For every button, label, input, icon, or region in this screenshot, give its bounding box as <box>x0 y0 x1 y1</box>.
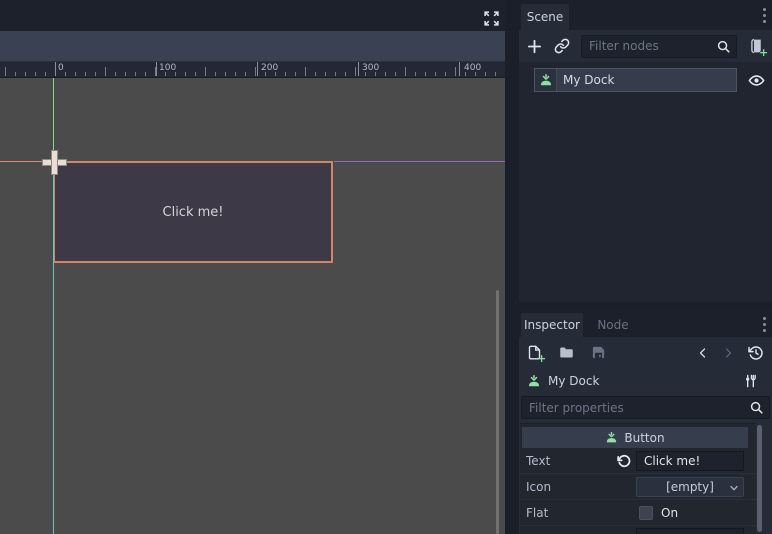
history-back-icon[interactable] <box>697 346 709 360</box>
scene-tabbar: Scene <box>519 0 772 30</box>
canvas-vertical-scrollbar[interactable] <box>496 290 499 534</box>
tree-icon-cell <box>535 69 557 91</box>
scene-dock: Scene + <box>519 0 772 302</box>
icon-dropdown[interactable]: [empty] <box>636 477 744 497</box>
history-forward-icon[interactable] <box>722 346 734 360</box>
object-history-icon[interactable] <box>748 345 764 361</box>
ruler-label: 100 <box>159 63 177 73</box>
expand-icon[interactable] <box>483 10 500 27</box>
filter-nodes-input[interactable] <box>581 34 737 58</box>
category-label: Button <box>624 430 665 445</box>
filter-properties-wrap <box>521 396 770 419</box>
revert-icon[interactable] <box>617 454 631 468</box>
next-property-field-partial <box>636 528 744 534</box>
plus-badge-icon: + <box>759 46 769 59</box>
ruler-label: 0 <box>58 63 64 73</box>
canvas-area[interactable]: Click me! <box>0 78 505 534</box>
ruler-label: 200 <box>261 63 279 73</box>
ruler-label: 400 <box>464 63 482 73</box>
tree-row-my-dock[interactable]: My Dock <box>534 68 737 92</box>
button-node-icon <box>528 374 540 388</box>
inspector-scrollbar[interactable] <box>757 425 762 532</box>
new-resource-icon[interactable]: + <box>527 344 547 365</box>
tree-node-name: My Dock <box>563 73 615 87</box>
tab-node-label: Node <box>597 318 629 332</box>
extra-tools-icon[interactable] <box>743 373 758 389</box>
property-row-text: Text <box>520 448 756 474</box>
kebab-menu-icon[interactable] <box>763 317 766 332</box>
scene-tree[interactable]: My Dock <box>519 62 772 302</box>
filter-nodes-wrap <box>581 34 737 58</box>
text-value-field[interactable] <box>636 451 744 471</box>
ruler-ticks-major <box>55 62 505 76</box>
inspector-properties: Button Text Icon [empty] Flat On <box>520 423 756 534</box>
y-axis-line <box>53 78 54 161</box>
inspector-tabbar: Inspector Node <box>519 310 772 337</box>
icon-dropdown-value: [empty] <box>666 480 714 494</box>
add-node-icon[interactable] <box>526 38 543 55</box>
tab-scene-label: Scene <box>526 10 564 24</box>
inspector-dock: Inspector Node + My Dock Filter properti… <box>519 310 772 534</box>
property-label: Text <box>526 453 551 468</box>
canvas-button-label: Click me! <box>162 204 224 220</box>
search-icon <box>717 40 730 53</box>
anchor-guide-line <box>334 161 505 162</box>
load-resource-folder-icon[interactable] <box>558 345 575 360</box>
instance-scene-link-icon[interactable] <box>554 38 570 54</box>
property-row-icon: Icon [empty] <box>520 474 756 500</box>
property-label: Icon <box>526 479 552 494</box>
tab-inspector-label: Inspector <box>524 318 580 332</box>
tab-inspector[interactable]: Inspector <box>521 313 583 337</box>
inspector-toolbar: + <box>519 337 772 368</box>
tab-node[interactable]: Node <box>583 313 643 337</box>
inspector-node-name: My Dock <box>548 374 600 388</box>
visibility-eye-icon[interactable] <box>748 72 765 89</box>
flat-checkbox[interactable] <box>639 506 653 520</box>
search-icon <box>750 401 763 414</box>
origin-crosshair[interactable] <box>42 150 67 175</box>
filter-properties-row <box>521 396 770 420</box>
property-label: Flat <box>526 505 549 520</box>
category-button[interactable]: Button <box>522 427 748 448</box>
tab-scene[interactable]: Scene <box>521 4 569 30</box>
inspector-node-row: My Dock <box>519 368 772 394</box>
viewport-toolbar <box>0 31 505 62</box>
ruler-label: 300 <box>362 63 380 73</box>
viewport-topbar <box>0 0 505 31</box>
button-node-icon <box>539 73 552 87</box>
canvas-viewport: 0 100 200 300 400 Click me! <box>0 0 505 534</box>
button-node-icon <box>606 431 618 444</box>
filter-properties-input[interactable] <box>521 396 770 419</box>
property-row-flat: Flat On <box>520 500 756 526</box>
kebab-menu-icon[interactable] <box>763 8 766 23</box>
attach-script-icon[interactable]: + <box>748 37 769 59</box>
flat-checkbox-label: On <box>661 505 679 520</box>
horizontal-ruler: 0 100 200 300 400 <box>0 62 505 78</box>
viewport-bound-line <box>53 164 54 534</box>
scene-toolbar: + <box>519 30 772 62</box>
plus-badge-icon: + <box>537 352 547 365</box>
save-resource-icon[interactable] <box>591 345 606 360</box>
canvas-button-node[interactable]: Click me! <box>53 161 333 263</box>
chevron-down-icon <box>730 485 738 491</box>
